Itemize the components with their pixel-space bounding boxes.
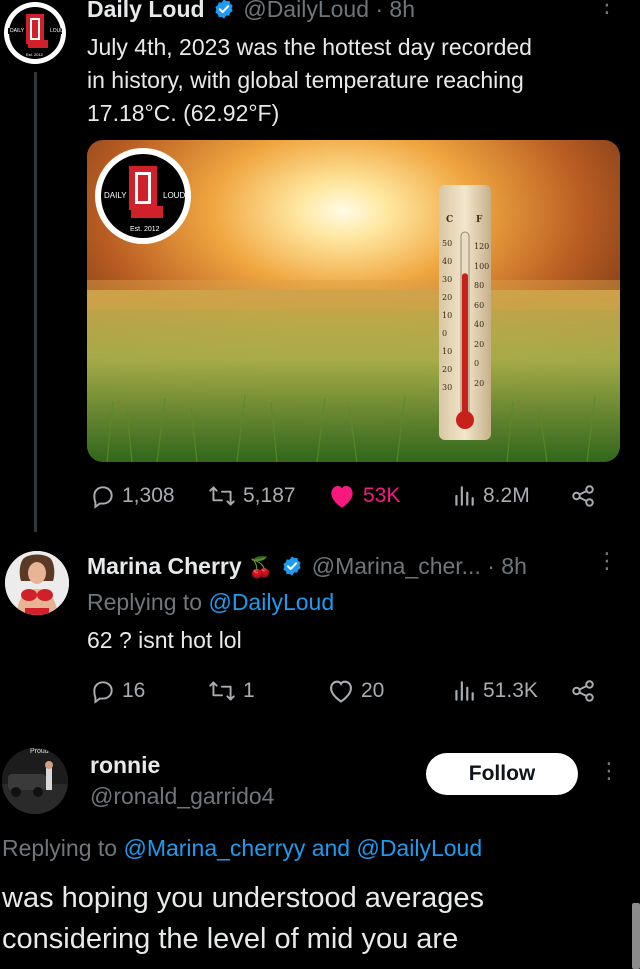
media-logo-est: Est. 2012 [130,226,160,233]
reply-button[interactable]: 16 [90,678,145,704]
reply-text: 62 ? isnt hot lol [87,627,242,653]
author-handle[interactable]: @ronald_garrido4 [90,781,274,811]
retweet-icon [209,486,235,506]
retweet-icon [209,681,235,701]
heart-filled-icon [331,485,353,508]
views-button[interactable]: 51.3K [451,678,538,704]
celsius-ticks: 50 40 30 20 10 0 10 20 30 [442,235,452,397]
reply-time[interactable]: · 8h [487,553,527,579]
replying-to-prefix: Replying to [2,835,118,861]
retweet-count: 1 [243,679,255,702]
share-button[interactable] [569,483,597,509]
thread-line [34,72,37,532]
views-icon [455,681,474,701]
follow-button[interactable]: Follow [426,753,578,795]
retweet-button[interactable]: 1 [207,678,255,704]
reply-count: 1,308 [122,484,175,507]
tweet-text: July 4th, 2023 was the hottest day recor… [87,31,532,130]
celsius-tick-label: 40 [442,257,453,266]
like-button[interactable]: 20 [327,678,384,704]
marina-avatar[interactable] [5,551,69,615]
replying-to-and: and [311,835,351,861]
author-handle[interactable]: @DailyLoud [243,0,369,22]
fahrenheit-tick-label: 20 [474,339,485,349]
retweet-count: 5,187 [243,484,296,507]
views-count: 8.2M [483,484,530,507]
replying-to-prefix: Replying to [87,589,203,615]
views-button[interactable]: 8.2M [451,483,530,509]
celsius-tick-label: 0 [442,329,448,338]
replying-to-link-1[interactable]: @Marina_cherryy [123,835,305,861]
views-icon [455,486,474,506]
replying-to: Replying to @DailyLoud [87,587,334,617]
fahrenheit-tick-label: 80 [474,281,485,290]
avatar-logo-right: LOUD [50,28,64,34]
avatar-caption: Proud [30,748,49,755]
reply-text-line: was hoping you understood averages [2,882,485,914]
retweet-button[interactable]: 5,187 [207,483,296,509]
share-button[interactable] [569,678,597,704]
more-options-icon[interactable]: ⋮ [596,550,618,572]
fahrenheit-label: F [476,215,483,225]
more-options-icon[interactable]: ⋮ [596,0,618,16]
reply-text: was hoping you understood averages consi… [2,878,484,960]
ronnie-avatar[interactable]: Proud [2,748,68,814]
fahrenheit-tick-label: 60 [474,300,485,310]
more-options-icon[interactable]: ⋮ [598,760,620,782]
media-logo-right: LOUD [163,191,186,200]
like-count: 53K [363,484,401,507]
author-name[interactable]: Marina Cherry [87,553,242,579]
cherry-emoji: 🍒 [248,557,273,579]
celsius-tick-label: 20 [442,365,453,374]
fahrenheit-tick-label: 40 [474,320,485,329]
celsius-tick-label: 30 [442,275,453,284]
author-name[interactable]: Daily Loud [87,0,205,22]
share-icon [572,485,594,507]
verified-badge-icon [283,556,301,577]
celsius-label: C [446,215,454,225]
media-logo-left: DAILY [104,191,127,200]
scrollbar[interactable] [632,903,640,969]
fahrenheit-tick-label: 20 [474,378,485,388]
replying-to-link[interactable]: @DailyLoud [208,589,334,615]
tweet-text-line: in history, with global temperature reac… [87,67,524,93]
views-count: 51.3K [483,679,538,702]
like-count: 20 [361,679,385,702]
celsius-tick-label: 10 [442,347,453,356]
author-name[interactable]: ronnie [90,750,160,780]
share-icon [572,680,594,702]
reply-icon [93,681,113,704]
reply-count: 16 [122,679,146,702]
tweet-time[interactable]: · 8h [375,0,415,22]
replying-to-link-2[interactable]: @DailyLoud [356,835,482,861]
verified-badge-icon [215,0,233,20]
tweet-text-line: July 4th, 2023 was the hottest day recor… [87,34,532,60]
dailyloud-avatar[interactable]: DAILY LOUD Est. 2012 [2,0,68,66]
fahrenheit-ticks: 120 100 80 60 40 20 0 20 [474,237,489,393]
replying-to: Replying to @Marina_cherryy and @DailyLo… [2,833,482,863]
celsius-tick-label: 30 [442,383,453,392]
avatar-logo-left: DAILY [10,28,25,34]
media-logo: DAILY LOUD Est. 2012 [93,146,193,246]
heart-outline-icon [330,680,352,703]
like-button[interactable]: 53K [327,483,400,509]
tweet-text-line: 17.18°C. (62.92°F) [87,100,280,126]
tweet-media-image[interactable]: DAILY LOUD Est. 2012 C F 50 40 30 20 10 0 10 20… [87,140,620,462]
fahrenheit-tick-label: 0 [474,359,480,368]
celsius-tick-label: 20 [442,293,453,302]
tweet-header: Daily Loud @DailyLoud · 8h [87,0,415,24]
author-handle[interactable]: @Marina_cher... [312,553,481,579]
reply-text-line: considering the level of mid you are [2,923,459,955]
avatar-logo-est: Est. 2012 [26,52,43,57]
celsius-tick-label: 10 [442,311,453,320]
celsius-tick-label: 50 [442,239,453,248]
reply-header: Marina Cherry 🍒 @Marina_cher... · 8h [87,551,527,583]
reply-icon [93,486,113,509]
fahrenheit-tick-label: 100 [474,261,490,271]
reply-button[interactable]: 1,308 [90,483,175,509]
fahrenheit-tick-label: 120 [474,242,490,251]
